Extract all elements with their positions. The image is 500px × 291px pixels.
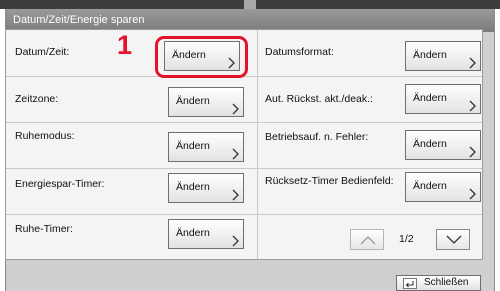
change-button-aut-rueckst[interactable]: Ändern (405, 84, 481, 114)
return-icon (403, 278, 417, 289)
change-button-ruhe-timer[interactable]: Ändern (168, 219, 244, 249)
setting-label-ruhemodus: Ruhemodus: (15, 130, 75, 142)
change-button-ruhemodus[interactable]: Ändern (168, 132, 244, 162)
setting-label-betriebsauf: Betriebsauf. n. Fehler: (265, 131, 369, 143)
button-label: Ändern (176, 140, 210, 152)
button-label: Ändern (413, 180, 447, 192)
chevron-right-icon (469, 100, 476, 112)
change-button-datumsformat[interactable]: Ändern (405, 41, 481, 71)
close-button-label: Schließen (424, 277, 469, 288)
chevron-down-icon (446, 235, 462, 244)
setting-label-energiespar-timer: Energiespar-Timer: (15, 178, 105, 190)
chevron-right-icon (232, 235, 239, 247)
change-button-ruecksetz-timer[interactable]: Ändern (405, 172, 481, 202)
step-highlight-frame (155, 36, 248, 78)
change-button-energiespar-timer[interactable]: Ändern (168, 173, 244, 203)
button-label: Ändern (413, 138, 447, 150)
row-divider (6, 122, 482, 123)
top-strip (0, 0, 500, 9)
button-label: Ändern (413, 49, 447, 61)
chevron-right-icon (469, 188, 476, 200)
step-number-marker: 1 (117, 30, 133, 60)
chevron-right-icon (469, 57, 476, 69)
chevron-right-icon (469, 146, 476, 158)
close-button[interactable]: Schließen (396, 275, 481, 291)
column-divider (257, 30, 258, 259)
row-divider (6, 168, 482, 169)
page-up-button[interactable] (350, 229, 384, 250)
setting-label-aut-rueckst: Aut. Rückst. akt./deak.: (265, 93, 373, 105)
change-button-betriebsauf[interactable]: Ändern (405, 130, 481, 160)
button-label: Ändern (176, 95, 210, 107)
top-strip-notch (244, 0, 256, 9)
setting-label-ruecksetz-timer: Rücksetz-Timer Bedienfeld: (265, 175, 394, 187)
row-divider (6, 214, 482, 215)
chevron-right-icon (232, 189, 239, 201)
setting-label-zeitzone: Zeitzone: (15, 93, 59, 105)
chevron-up-icon (360, 236, 376, 245)
page-down-button[interactable] (436, 229, 470, 250)
button-label: Ändern (413, 92, 447, 104)
button-label: Ändern (176, 227, 210, 239)
chevron-right-icon (232, 148, 239, 160)
button-label: Ändern (176, 181, 210, 193)
setting-label-datum-zeit: Datum/Zeit: (15, 46, 70, 58)
change-button-zeitzone[interactable]: Ändern (168, 87, 244, 117)
page-indicator: 1/2 (399, 233, 414, 245)
setting-label-datumsformat: Datumsformat: (265, 46, 334, 58)
chevron-right-icon (232, 103, 239, 115)
setting-label-ruhe-timer: Ruhe-Timer: (15, 223, 73, 235)
